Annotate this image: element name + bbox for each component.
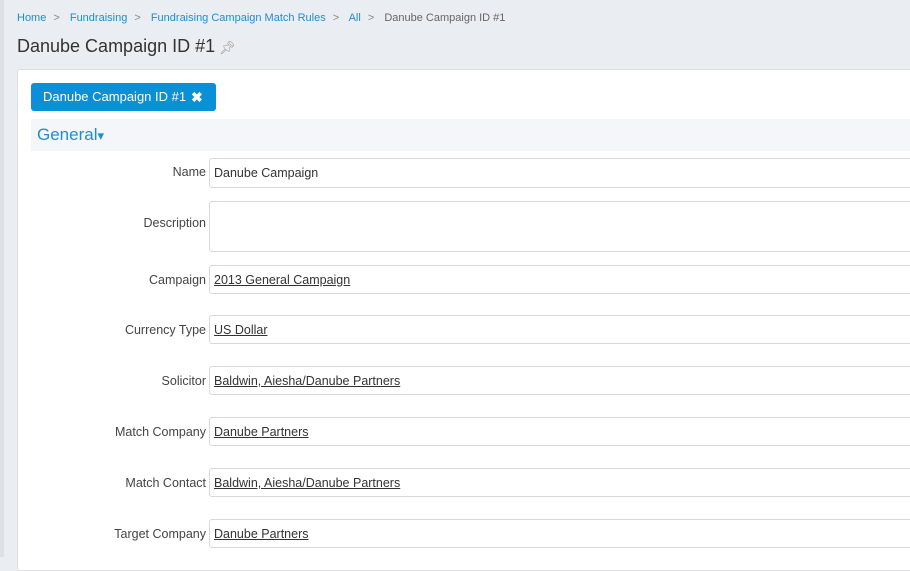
match-contact-field[interactable]: Baldwin, Aiesha/Danube Partners	[209, 468, 910, 497]
label-currency-type: Currency Type	[124, 323, 206, 337]
section-general[interactable]: General▾	[31, 119, 910, 151]
caret-down-icon: ▾	[97, 128, 105, 143]
name-field[interactable]: Danube Campaign	[209, 158, 910, 188]
breadcrumb-current: Danube Campaign ID #1	[384, 12, 506, 24]
record-tab[interactable]: Danube Campaign ID #1 ✖	[31, 83, 216, 111]
close-icon[interactable]: ✖	[191, 83, 203, 111]
chevron-right-icon: >	[134, 12, 141, 24]
description-field[interactable]	[209, 201, 910, 252]
breadcrumb-all[interactable]: All	[349, 12, 361, 24]
left-edge	[0, 0, 4, 557]
breadcrumb-match-rules[interactable]: Fundraising Campaign Match Rules	[151, 12, 326, 24]
label-match-contact: Match Contact	[125, 476, 206, 490]
label-description: Description	[143, 216, 206, 230]
breadcrumb: Home > Fundraising > Fundraising Campaign …	[17, 12, 505, 24]
label-target-company: Target Company	[114, 527, 206, 541]
breadcrumb-home[interactable]: Home	[17, 12, 46, 24]
currency-link[interactable]: US Dollar	[214, 323, 268, 337]
currency-type-field[interactable]: US Dollar	[209, 315, 910, 344]
breadcrumb-fundraising[interactable]: Fundraising	[70, 12, 127, 24]
chevron-right-icon: >	[53, 12, 60, 24]
section-title: General	[37, 125, 98, 144]
solicitor-field[interactable]: Baldwin, Aiesha/Danube Partners	[209, 366, 910, 395]
label-name: Name	[172, 165, 206, 179]
chevron-right-icon: >	[367, 12, 375, 24]
solicitor-link[interactable]: Baldwin, Aiesha/Danube Partners	[214, 374, 400, 388]
campaign-link[interactable]: 2013 General Campaign	[214, 273, 350, 287]
pin-icon[interactable]: 📌︎	[219, 40, 236, 56]
label-match-company: Match Company	[114, 425, 206, 439]
page-title: Danube Campaign ID #1	[17, 36, 216, 56]
campaign-field[interactable]: 2013 General Campaign	[209, 265, 910, 294]
target-company-link[interactable]: Danube Partners	[214, 527, 309, 541]
chevron-right-icon: >	[332, 12, 340, 24]
label-campaign: Campaign	[149, 273, 206, 287]
target-company-field[interactable]: Danube Partners	[209, 519, 910, 548]
label-solicitor: Solicitor	[161, 374, 206, 388]
match-company-link[interactable]: Danube Partners	[214, 425, 309, 439]
match-contact-link[interactable]: Baldwin, Aiesha/Danube Partners	[214, 476, 400, 490]
match-company-field[interactable]: Danube Partners	[209, 417, 910, 446]
tab-label: Danube Campaign ID #1	[43, 89, 187, 104]
